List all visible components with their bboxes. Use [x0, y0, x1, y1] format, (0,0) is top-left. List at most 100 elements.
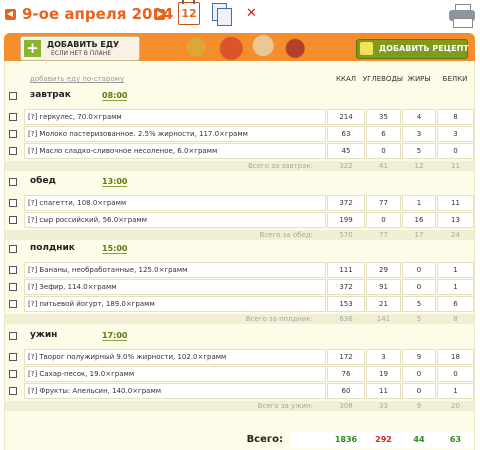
food-item-description[interactable]: [?] Зефир, 114.0×грамм: [24, 279, 326, 295]
food-item-description[interactable]: [?] сыр российский, 56.0×грамм: [24, 212, 326, 228]
meal-total-value: 77: [379, 231, 388, 239]
meal-total-row: Всего за полдник: 636 141 5 8: [5, 314, 474, 324]
nutrient-cell: 0: [402, 383, 436, 399]
meal-total-value: 9: [416, 402, 422, 410]
copy-icon[interactable]: [212, 3, 232, 26]
food-item-row: [?] Бананы, необработанные, 125.0×грамм 1…: [5, 262, 474, 279]
nutrient-cell: 0: [402, 279, 436, 295]
meal-total-value: 636: [339, 315, 353, 323]
meal-checkbox[interactable]: [9, 332, 17, 340]
nutrient-cell: 3: [402, 126, 436, 142]
nutrient-cell: 77: [366, 195, 401, 211]
food-item-description[interactable]: [?] Бананы, необработанные, 125.0×грамм: [24, 262, 326, 278]
meal-total-value: 12: [414, 162, 424, 170]
food-item-description[interactable]: [?] Масло сладко-сливочное несоленое, 6.…: [24, 143, 326, 159]
food-item-checkbox[interactable]: [9, 199, 17, 207]
calendar-day-number: 12: [181, 7, 197, 20]
food-item-description[interactable]: [?] Сахар-песок, 19.0×грамм: [24, 366, 326, 382]
banner-fruit-image: [164, 33, 324, 61]
add-food-label: ДОБАВИТЬ ЕДУ: [47, 40, 120, 49]
meal-header: обед 13:00: [5, 175, 474, 189]
nutrient-cell: 45: [327, 143, 365, 159]
food-item-checkbox[interactable]: [9, 130, 17, 138]
food-item-description[interactable]: [?] Молоко пастеризованное. 2.5% жирност…: [24, 126, 326, 142]
banner: + ДОБАВИТЬ ЕДУ ЕСЛИ НЕТ В ПЛАНЕ ДОБАВИТЬ…: [4, 33, 475, 61]
nutrient-cell: 19: [366, 366, 401, 382]
nutrient-cell: 1: [437, 279, 474, 295]
meal-total-value: 20: [451, 402, 460, 410]
food-item-description[interactable]: [?] питьевой йогурт, 189.0×грамм: [24, 296, 326, 312]
meal-name: завтрак: [30, 90, 71, 100]
food-item-checkbox[interactable]: [9, 300, 17, 308]
meal-total-value: 5: [416, 315, 422, 323]
meal-total-value: 570: [339, 231, 353, 239]
meal-total-value: 322: [339, 162, 353, 170]
add-food-old-way-link[interactable]: добавить еду по-старому: [30, 75, 124, 83]
food-item-checkbox[interactable]: [9, 266, 17, 274]
food-item-description[interactable]: [?] Фрукты: Апельсин, 140.0×грамм: [24, 383, 326, 399]
food-item-description[interactable]: [?] геркулес, 70.0×грамм: [24, 109, 326, 125]
meal-checkbox[interactable]: [9, 245, 17, 253]
nutrient-cell: 1: [402, 195, 436, 211]
top-bar: 9-ое апреля 2014 12 ✕: [0, 0, 480, 32]
calendar-icon[interactable]: 12: [178, 0, 200, 25]
meal-header: ужин 17:00: [5, 329, 474, 343]
food-item-checkbox[interactable]: [9, 147, 17, 155]
add-recipe-label: ДОБАВИТЬ РЕЦЕПТ: [379, 44, 469, 53]
food-item-description[interactable]: [?] спагетти, 108.0×грамм: [24, 195, 326, 211]
food-item-row: [?] Сахар-песок, 19.0×грамм 76 19 0 0: [5, 366, 474, 383]
meal-checkbox[interactable]: [9, 92, 17, 100]
food-item-checkbox[interactable]: [9, 283, 17, 291]
meal-name: ужин: [30, 330, 58, 340]
meal-total-value: 8: [453, 315, 458, 323]
food-item-checkbox[interactable]: [9, 353, 17, 361]
meal-header: завтрак 08:00: [5, 89, 474, 103]
nutrient-cell: 60: [327, 383, 365, 399]
nutrient-cell: 214: [327, 109, 365, 125]
meal-time[interactable]: 08:00: [102, 91, 128, 101]
close-icon[interactable]: ✕: [246, 6, 257, 21]
food-item-checkbox[interactable]: [9, 113, 17, 121]
food-item-checkbox[interactable]: [9, 370, 17, 378]
prev-day-arrow-icon[interactable]: [5, 9, 16, 20]
nutrient-cell: 0: [437, 366, 474, 382]
nutrient-cell: 1: [437, 262, 474, 278]
nutrient-cell: 199: [327, 212, 365, 228]
meal-checkbox[interactable]: [9, 178, 17, 186]
meal-total-value: 24: [451, 231, 460, 239]
nutrient-cell: 76: [327, 366, 365, 382]
food-item-checkbox[interactable]: [9, 216, 17, 224]
nutrient-cell: 11: [437, 195, 474, 211]
food-item-row: [?] Зефир, 114.0×грамм 372 91 0 1: [5, 279, 474, 296]
next-day-arrow-icon[interactable]: [154, 9, 165, 20]
meal-time[interactable]: 15:00: [102, 244, 128, 254]
nutrient-cell: 91: [366, 279, 401, 295]
food-item-row: [?] Фрукты: Апельсин, 140.0×грамм 60 11 0 1: [5, 383, 474, 400]
nutrient-cell: 21: [366, 296, 401, 312]
nutrient-cell: 3: [437, 126, 474, 142]
nutrient-cell: 5: [402, 296, 436, 312]
food-item-checkbox[interactable]: [9, 387, 17, 395]
food-item-description[interactable]: [?] Творог полужирный 9.0% жирности, 102…: [24, 349, 326, 365]
nutrient-cell: 63: [327, 126, 365, 142]
grand-total-label: Всего:: [246, 434, 283, 445]
print-icon[interactable]: [449, 4, 475, 28]
grand-total-value: 1836: [334, 435, 358, 444]
nutrient-cell: 153: [327, 296, 365, 312]
food-item-row: [?] питьевой йогурт, 189.0×грамм 153 21 5 6: [5, 296, 474, 313]
grand-total-row: Всего: 1836 292 44 63: [5, 430, 474, 450]
meal-total-value: 41: [379, 162, 388, 170]
meal-time[interactable]: 13:00: [102, 177, 128, 187]
nutrient-cell: 0: [402, 262, 436, 278]
plus-icon: +: [24, 40, 41, 57]
meal-time[interactable]: 17:00: [102, 331, 128, 341]
add-food-sublabel: ЕСЛИ НЕТ В ПЛАНЕ: [51, 50, 112, 57]
add-food-button[interactable]: + ДОБАВИТЬ ЕДУ ЕСЛИ НЕТ В ПЛАНЕ: [20, 36, 140, 61]
nutrient-cell: 0: [437, 143, 474, 159]
nutrient-cell: 3: [366, 349, 401, 365]
add-recipe-button[interactable]: ДОБАВИТЬ РЕЦЕПТ: [356, 39, 469, 59]
nutrient-cell: 6: [366, 126, 401, 142]
food-item-row: [?] Масло сладко-сливочное несоленое, 6.…: [5, 143, 474, 160]
meal-total-row: Всего за ужин: 308 33 9 20: [5, 401, 474, 411]
meal-total-value: 141: [376, 315, 391, 323]
